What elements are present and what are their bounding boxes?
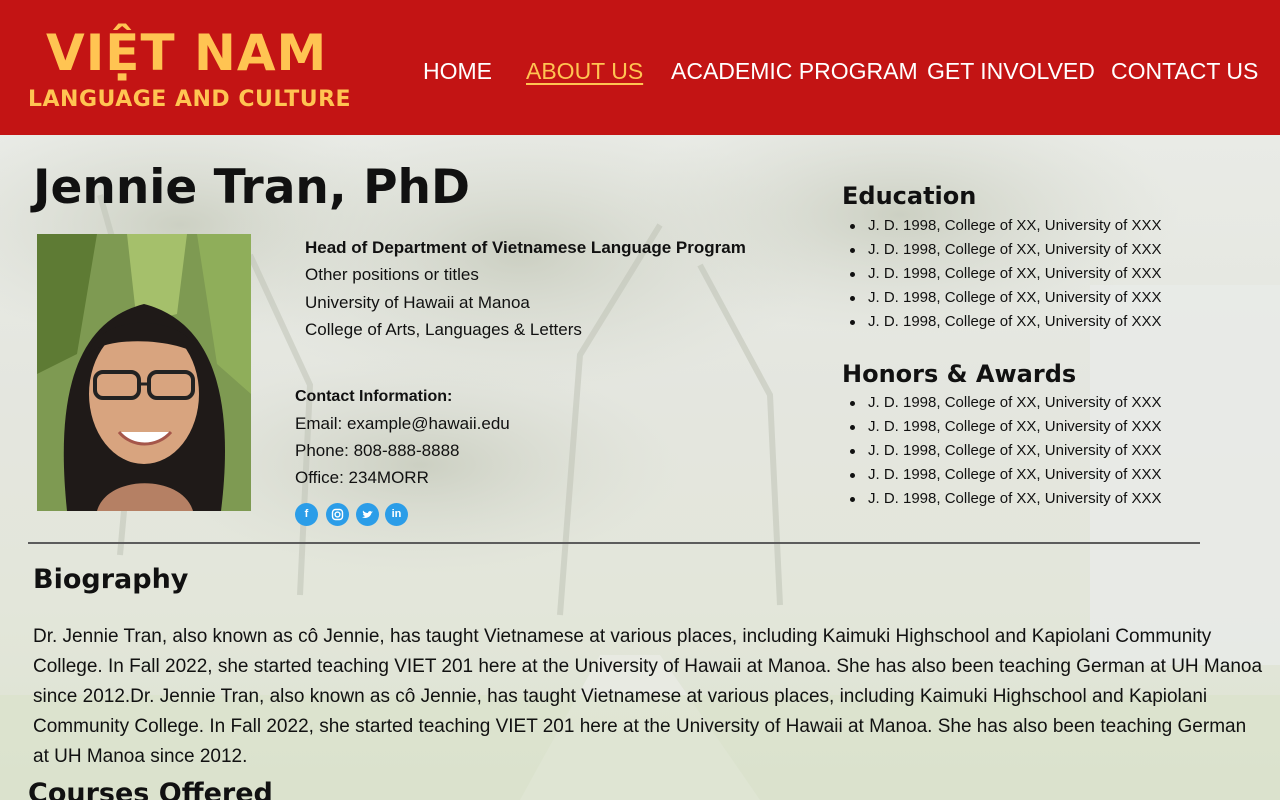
- facebook-icon[interactable]: f: [295, 503, 318, 526]
- list-item: J. D. 1998, College of XX, University of…: [848, 415, 1161, 439]
- list-item: J. D. 1998, College of XX, University of…: [848, 487, 1161, 511]
- list-item: J. D. 1998, College of XX, University of…: [848, 391, 1161, 415]
- faculty-photo: [37, 234, 251, 511]
- role-line: Head of Department of Vietnamese Languag…: [305, 238, 746, 257]
- site-header: VIỆT NAM LANGUAGE AND CULTURE HOME ABOUT…: [0, 0, 1280, 135]
- list-item: J. D. 1998, College of XX, University of…: [848, 310, 1161, 334]
- linkedin-icon[interactable]: in: [385, 503, 408, 526]
- education-list: J. D. 1998, College of XX, University of…: [848, 214, 1161, 334]
- list-item: J. D. 1998, College of XX, University of…: [848, 286, 1161, 310]
- contact-heading: Contact Information:: [295, 388, 453, 405]
- list-item: J. D. 1998, College of XX, University of…: [848, 214, 1161, 238]
- instagram-icon[interactable]: [326, 503, 349, 526]
- education-heading: Education: [842, 182, 977, 210]
- courses-offered-heading: Courses Offered: [28, 778, 273, 800]
- faculty-titles: Head of Department of Vietnamese Languag…: [305, 234, 746, 344]
- nav-academic-program[interactable]: ACADEMIC PROGRAM: [671, 56, 918, 86]
- role-line: Other positions or titles: [305, 265, 479, 285]
- section-divider: [28, 542, 1200, 544]
- role-line: University of Hawaii at Manoa: [305, 292, 530, 312]
- contact-phone[interactable]: Phone: 808-888-8888: [295, 437, 510, 464]
- logo-subtitle: LANGUAGE AND CULTURE: [28, 87, 352, 112]
- list-item: J. D. 1998, College of XX, University of…: [848, 238, 1161, 262]
- honors-heading: Honors & Awards: [842, 360, 1077, 388]
- honors-list: J. D. 1998, College of XX, University of…: [848, 391, 1161, 511]
- contact-office: Office: 234MORR: [295, 468, 429, 487]
- biography-heading: Biography: [33, 564, 189, 595]
- site-logo[interactable]: VIỆT NAM LANGUAGE AND CULTURE: [28, 22, 358, 117]
- contact-email[interactable]: Email: example@hawaii.edu: [295, 410, 510, 437]
- twitter-icon[interactable]: [356, 503, 379, 526]
- list-item: J. D. 1998, College of XX, University of…: [848, 262, 1161, 286]
- faculty-name: Jennie Tran, PhD: [33, 160, 471, 215]
- nav-get-involved[interactable]: GET INVOLVED: [927, 56, 1095, 86]
- nav-contact-us[interactable]: CONTACT US: [1111, 56, 1258, 86]
- role-line: College of Arts, Languages & Letters: [305, 320, 582, 340]
- contact-information: Contact Information: Email: example@hawa…: [295, 383, 510, 491]
- logo-title: VIỆT NAM: [46, 24, 328, 82]
- list-item: J. D. 1998, College of XX, University of…: [848, 463, 1161, 487]
- biography-text: Dr. Jennie Tran, also known as cô Jennie…: [33, 626, 1263, 767]
- list-item: J. D. 1998, College of XX, University of…: [848, 439, 1161, 463]
- nav-home[interactable]: HOME: [423, 56, 492, 86]
- nav-about-us[interactable]: ABOUT US: [526, 56, 643, 86]
